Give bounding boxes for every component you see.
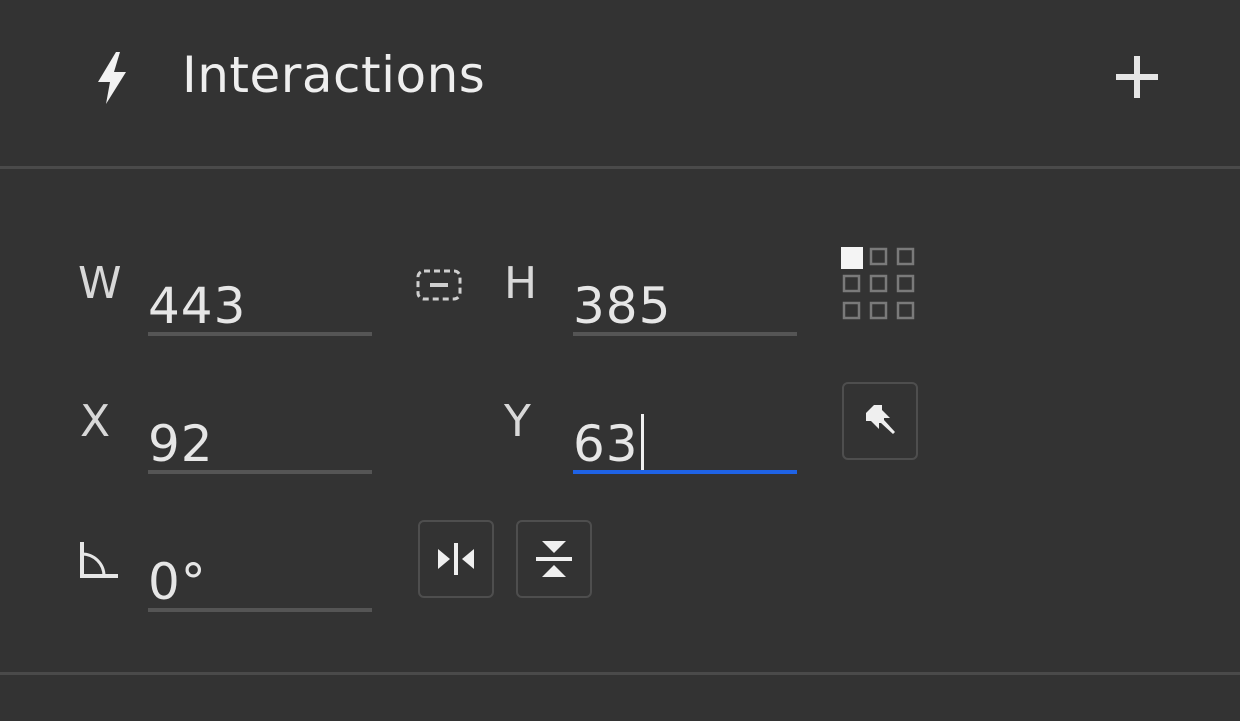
rotation-field[interactable]: 0° (148, 532, 372, 612)
bottom-divider (0, 672, 1240, 675)
rotation-underline (148, 608, 372, 612)
y-underline (573, 470, 797, 474)
width-value[interactable]: 443 (148, 276, 246, 336)
height-underline (573, 332, 797, 336)
y-value[interactable]: 63 (573, 415, 639, 473)
flip-horizontal-icon (438, 543, 474, 575)
pin-button[interactable] (842, 382, 918, 460)
x-underline (148, 470, 372, 474)
angle-icon (80, 542, 118, 578)
height-field[interactable]: 385 (573, 256, 797, 336)
x-value[interactable]: 92 (148, 414, 214, 474)
anchor-grid-icon[interactable] (840, 244, 920, 324)
y-field[interactable]: 63 (573, 394, 797, 474)
height-label: H (504, 258, 538, 309)
bolt-icon (98, 52, 126, 104)
pin-icon (866, 405, 895, 434)
plus-icon[interactable] (1110, 50, 1164, 104)
y-value-wrapper[interactable]: 63 (573, 414, 644, 474)
flip-vertical-button[interactable] (516, 520, 592, 598)
section-title: Interactions (182, 46, 486, 104)
width-field[interactable]: 443 (148, 256, 372, 336)
header-divider (0, 166, 1240, 169)
x-label: X (80, 396, 111, 447)
text-caret (640, 414, 644, 474)
x-field[interactable]: 92 (148, 394, 372, 474)
width-label: W (78, 258, 122, 309)
interactions-header[interactable]: Interactions (0, 0, 1240, 166)
height-value[interactable]: 385 (573, 276, 671, 336)
flip-horizontal-button[interactable] (418, 520, 494, 598)
flip-vertical-icon (536, 541, 572, 577)
link-aspect-icon[interactable] (412, 262, 466, 308)
properties-panel: Interactions W 443 H 385 X 92 Y 63 0° (0, 0, 1240, 721)
width-underline (148, 332, 372, 336)
rotation-value[interactable]: 0° (148, 552, 207, 612)
y-label: Y (504, 396, 531, 447)
